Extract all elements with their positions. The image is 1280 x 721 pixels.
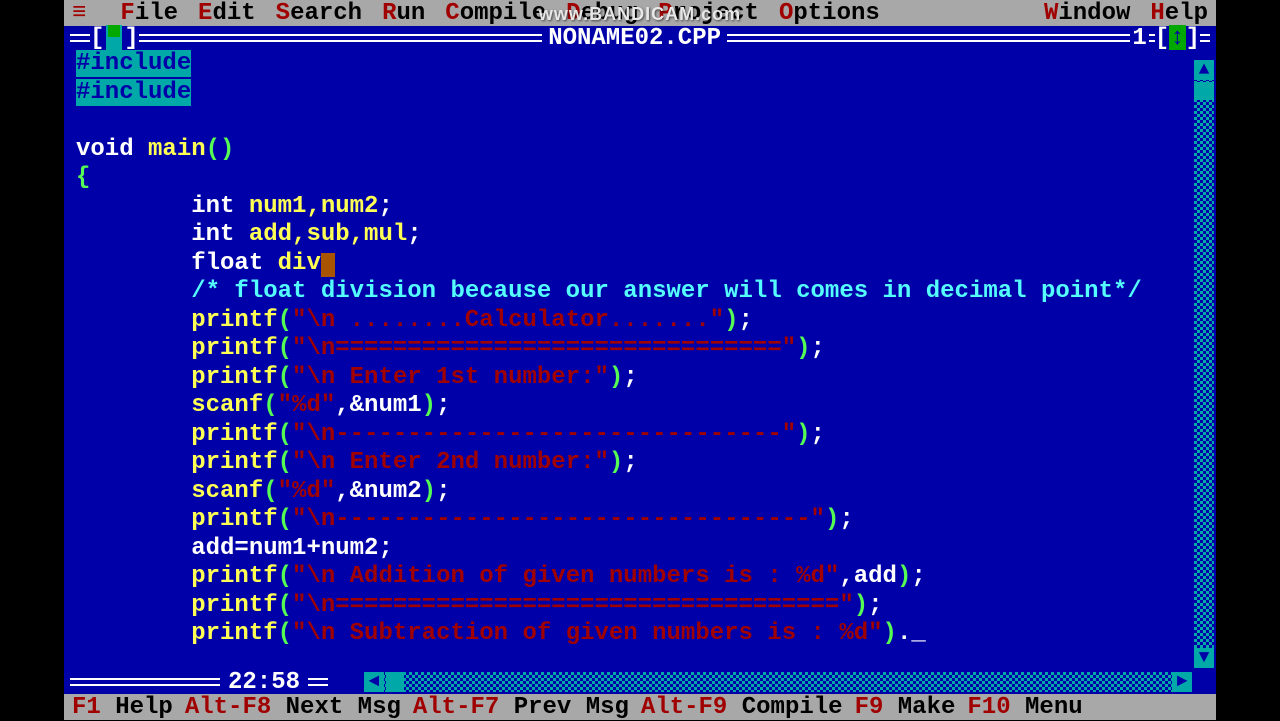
code-line: printf("\n Addition of given numbers is … (76, 563, 1180, 592)
menu-window[interactable]: Window (1044, 0, 1130, 27)
code-line: int add,sub,mul; (76, 221, 1180, 250)
code-line: printf("\n Enter 1st number:"); (76, 364, 1180, 393)
cursor-position: 22:58 (220, 669, 308, 696)
status-hint[interactable]: F10 Menu (967, 694, 1082, 721)
code-line: { (76, 164, 1180, 193)
code-line: printf("\n------------------------------… (76, 421, 1180, 450)
menu-help[interactable]: Help (1150, 0, 1208, 27)
scroll-up-icon[interactable]: ▲ (1194, 60, 1214, 80)
scroll-right-icon[interactable]: ► (1172, 672, 1192, 692)
menu-file[interactable]: File (120, 0, 178, 27)
status-hint[interactable]: F1 Help (72, 694, 173, 721)
status-hint[interactable]: F9 Make (855, 694, 956, 721)
code-line (76, 107, 1180, 136)
code-line: printf("\n Enter 2nd number:"); (76, 449, 1180, 478)
scroll-thumb-h[interactable] (386, 672, 404, 692)
status-hint[interactable]: Alt-F8 Next Msg (185, 694, 401, 721)
editor-window: [ ] NONAME02.CPP 1 [↕] #include#include … (64, 26, 1216, 694)
code-line: float div (76, 250, 1180, 279)
code-line: #include (76, 50, 1180, 79)
status-hint[interactable]: Alt-F7 Prev Msg (413, 694, 629, 721)
code-line: int num1,num2; (76, 193, 1180, 222)
window-number: 1 (1130, 25, 1148, 52)
code-line: #include (76, 79, 1180, 108)
scroll-left-icon[interactable]: ◄ (364, 672, 384, 692)
zoom-box-icon[interactable]: ↕ (1169, 25, 1185, 52)
code-line: printf("\n------------------------------… (76, 506, 1180, 535)
turbo-c-ide: www.BANDICAM.com ≡ File Edit Search Run … (64, 0, 1216, 720)
menu-compile[interactable]: Compile (445, 0, 546, 27)
menubar: ≡ File Edit Search Run Compile Debug Pro… (64, 0, 1216, 26)
menu-options[interactable]: Options (779, 0, 880, 27)
status-bar: F1 Help Alt-F8 Next Msg Alt-F7 Prev Msg Alt… (64, 694, 1216, 720)
scroll-down-icon[interactable]: ▼ (1194, 648, 1214, 668)
menu-debug[interactable]: Debug (566, 0, 638, 27)
code-line: void main() (76, 136, 1180, 165)
menu-edit[interactable]: Edit (198, 0, 256, 27)
scroll-thumb[interactable] (1194, 82, 1214, 100)
title-bar: [ ] NONAME02.CPP 1 [↕] (64, 26, 1216, 50)
code-line: /* float division because our answer wil… (76, 278, 1180, 307)
menu-search[interactable]: Search (276, 0, 362, 27)
code-line: printf("\n Subtraction of given numbers … (76, 620, 1180, 649)
system-menu-icon[interactable]: ≡ (72, 0, 86, 27)
menu-project[interactable]: Project (658, 0, 759, 27)
status-hint[interactable]: Alt-F9 Compile (641, 694, 843, 721)
menu-run[interactable]: Run (382, 0, 425, 27)
window-title: NONAME02.CPP (542, 25, 727, 52)
code-line: printf("\n ........Calculator......."); (76, 307, 1180, 336)
code-line: scanf("%d",&num2); (76, 478, 1180, 507)
close-box-icon[interactable] (106, 25, 122, 52)
code-line: scanf("%d",&num1); (76, 392, 1180, 421)
vertical-scrollbar[interactable]: ▲ ▼ (1194, 60, 1214, 668)
horizontal-scrollbar[interactable]: ◄ ► (364, 672, 1192, 692)
code-line: printf("\n==============================… (76, 592, 1180, 621)
code-line: add=num1+num2; (76, 535, 1180, 564)
code-editor[interactable]: #include#include void main(){ int num1,n… (76, 50, 1204, 670)
code-line: printf("\n==============================… (76, 335, 1180, 364)
